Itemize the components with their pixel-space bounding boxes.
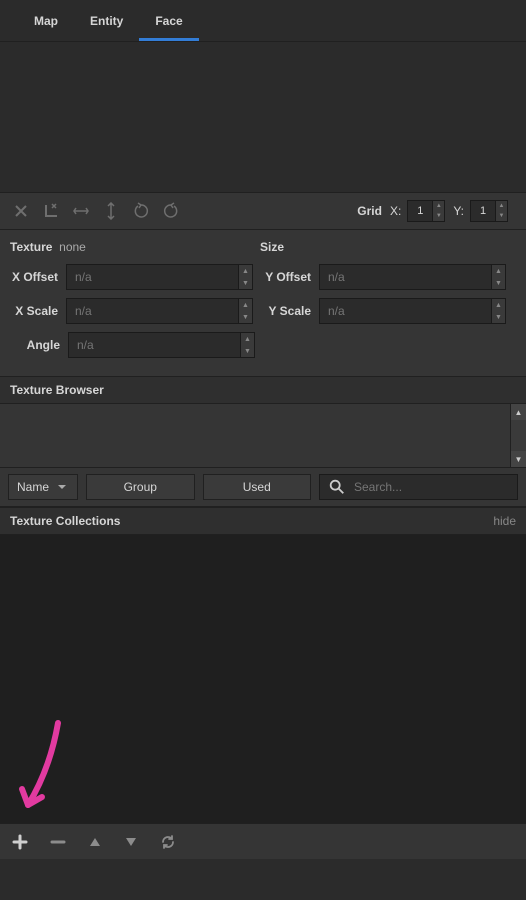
size-header: Size	[260, 240, 284, 254]
tab-face[interactable]: Face	[139, 0, 198, 41]
search-icon	[328, 478, 346, 496]
texture-browser-scrollbar[interactable]: ▲ ▼	[510, 404, 526, 467]
spinner-up-icon[interactable]: ▲	[496, 201, 507, 211]
group-button[interactable]: Group	[86, 474, 195, 500]
spinner-down-icon[interactable]: ▼	[492, 277, 505, 289]
spinner-down-icon[interactable]: ▼	[496, 211, 507, 221]
grid-y-spinner[interactable]: ▲▼	[470, 200, 508, 222]
grid-label: Grid	[357, 204, 382, 218]
texture-name-value: none	[59, 240, 86, 254]
move-down-icon[interactable]	[124, 835, 138, 849]
spinner-down-icon[interactable]: ▼	[492, 311, 505, 323]
texture-browser-title: Texture Browser	[10, 383, 104, 397]
grid-x-input[interactable]	[408, 201, 432, 221]
spinner-up-icon[interactable]: ▲	[433, 201, 444, 211]
texture-header: Texture	[10, 240, 52, 254]
spinner-down-icon[interactable]: ▼	[433, 211, 444, 221]
tab-bar: Map Entity Face	[0, 0, 526, 42]
spinner-up-icon[interactable]: ▲	[492, 265, 505, 277]
y-scale-input[interactable]	[320, 299, 491, 323]
sort-dropdown-label: Name	[17, 480, 49, 494]
y-scale-field[interactable]: ▲▼	[319, 298, 506, 324]
spinner-down-icon[interactable]: ▼	[239, 277, 252, 289]
angle-label: Angle	[10, 338, 68, 352]
y-offset-field[interactable]: ▲▼	[319, 264, 506, 290]
grid-x-spinner[interactable]: ▲▼	[407, 200, 445, 222]
chevron-down-icon	[57, 482, 67, 492]
tab-entity[interactable]: Entity	[74, 0, 139, 41]
grid-y-label: Y:	[453, 204, 464, 218]
viewport-area	[0, 42, 526, 192]
grid-y-input[interactable]	[471, 201, 495, 221]
texture-collections-title: Texture Collections	[10, 514, 120, 528]
remove-collection-icon[interactable]	[50, 834, 66, 850]
angle-input[interactable]	[69, 333, 240, 357]
used-button[interactable]: Used	[203, 474, 312, 500]
face-toolbar: Grid X: ▲▼ Y: ▲▼	[0, 192, 526, 230]
flip-vertical-icon[interactable]	[100, 200, 122, 222]
close-icon[interactable]	[10, 200, 32, 222]
scroll-down-icon[interactable]: ▼	[511, 451, 526, 467]
rotate-ccw-icon[interactable]	[130, 200, 152, 222]
y-offset-input[interactable]	[320, 265, 491, 289]
spinner-up-icon[interactable]: ▲	[239, 265, 252, 277]
spinner-down-icon[interactable]: ▼	[239, 311, 252, 323]
texture-properties: Texture none Size X Offset ▲▼ Y Offset ▲…	[0, 230, 526, 376]
texture-browser-body: ▲ ▼	[0, 404, 526, 468]
tab-map[interactable]: Map	[18, 0, 74, 41]
spinner-up-icon[interactable]: ▲	[241, 333, 254, 345]
annotation-arrow	[12, 719, 72, 819]
scroll-up-icon[interactable]: ▲	[511, 404, 526, 420]
x-scale-input[interactable]	[67, 299, 238, 323]
spinner-up-icon[interactable]: ▲	[239, 299, 252, 311]
hide-link[interactable]: hide	[493, 514, 516, 528]
search-field[interactable]	[319, 474, 518, 500]
y-offset-label: Y Offset	[263, 270, 319, 284]
refresh-icon[interactable]	[160, 834, 176, 850]
texture-collections-header: Texture Collections hide	[0, 507, 526, 535]
add-collection-icon[interactable]	[12, 834, 28, 850]
x-offset-field[interactable]: ▲▼	[66, 264, 253, 290]
spinner-up-icon[interactable]: ▲	[492, 299, 505, 311]
move-up-icon[interactable]	[88, 835, 102, 849]
texture-browser-header: Texture Browser	[0, 376, 526, 404]
reset-axis-icon[interactable]	[40, 200, 62, 222]
angle-field[interactable]: ▲▼	[68, 332, 255, 358]
grid-x-label: X:	[390, 204, 401, 218]
x-scale-label: X Scale	[10, 304, 66, 318]
y-scale-label: Y Scale	[263, 304, 319, 318]
collections-bottom-bar	[0, 823, 526, 859]
x-scale-field[interactable]: ▲▼	[66, 298, 253, 324]
x-offset-input[interactable]	[67, 265, 238, 289]
texture-collections-body	[0, 535, 526, 823]
scroll-track[interactable]	[511, 420, 526, 451]
rotate-cw-icon[interactable]	[160, 200, 182, 222]
x-offset-label: X Offset	[10, 270, 66, 284]
flip-horizontal-icon[interactable]	[70, 200, 92, 222]
search-input[interactable]	[354, 480, 509, 494]
spinner-down-icon[interactable]: ▼	[241, 345, 254, 357]
sort-dropdown[interactable]: Name	[8, 474, 78, 500]
texture-browser-controls: Name Group Used	[0, 468, 526, 507]
